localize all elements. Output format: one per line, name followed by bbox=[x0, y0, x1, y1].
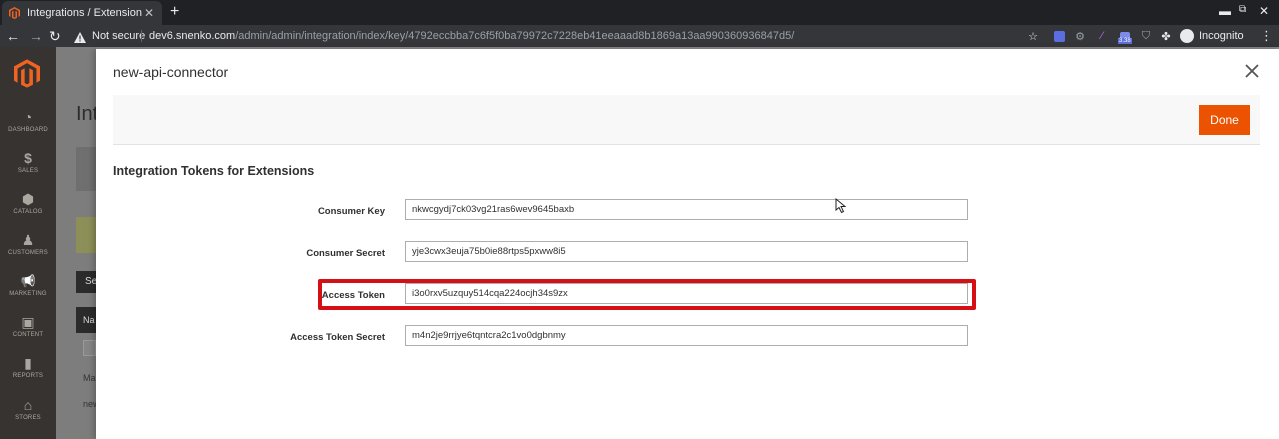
sidebar-item-label: STORES bbox=[15, 415, 41, 421]
sidebar-item-label: CUSTOMERS bbox=[7, 250, 49, 256]
back-icon[interactable]: ← bbox=[6, 28, 20, 44]
browser-toolbar: ← → ↻ Not secure dev6.snenko.com/admin/a… bbox=[0, 25, 1279, 47]
browser-menu-icon[interactable]: ⋮ bbox=[1260, 28, 1273, 44]
section-title: Integration Tokens for Extensions bbox=[113, 164, 315, 178]
sidebar-item-label: CONTENT bbox=[12, 332, 44, 338]
address-separator bbox=[141, 30, 142, 42]
layout-icon: ▣ bbox=[21, 314, 35, 330]
cube-icon: ⬢ bbox=[21, 191, 35, 207]
bookmark-star-icon[interactable]: ☆ bbox=[1026, 29, 1040, 43]
minimize-icon[interactable]: ▬ bbox=[1219, 4, 1231, 18]
mouse-cursor-icon bbox=[835, 197, 849, 219]
new-tab-button[interactable]: + bbox=[170, 4, 179, 20]
person-icon: ♟ bbox=[21, 232, 35, 248]
extension-shield-icon[interactable]: ⛉ bbox=[1139, 29, 1153, 43]
extension-pen-icon[interactable]: ⁄ bbox=[1095, 29, 1109, 43]
sidebar-item-label: REPORTS bbox=[12, 373, 44, 379]
access-token-secret-label: Access Token Secret bbox=[290, 332, 385, 343]
browser-tab[interactable]: Integrations / Extensions ✕ bbox=[2, 1, 162, 25]
sidebar-item-label: MARKETING bbox=[9, 291, 47, 297]
extension-badge-count: 3.38 bbox=[1118, 38, 1132, 44]
sidebar-item-sales[interactable]: $ SALES bbox=[0, 150, 56, 174]
page-actions-bar: Done bbox=[113, 95, 1260, 145]
window-close-icon[interactable]: ✕ bbox=[1259, 4, 1269, 18]
dollar-icon: $ bbox=[24, 150, 32, 166]
sidebar-item-catalog[interactable]: ⬢ CATALOG bbox=[0, 191, 56, 215]
url-path: /admin/admin/integration/index/key/4792e… bbox=[235, 30, 795, 42]
url-host: dev6.snenko.com bbox=[149, 30, 236, 42]
tab-close-icon[interactable]: ✕ bbox=[142, 6, 156, 20]
background-row: new bbox=[83, 399, 100, 409]
incognito-label: Incognito bbox=[1199, 30, 1244, 42]
access-token-label: Access Token bbox=[321, 290, 385, 301]
admin-sidebar: ◔ DASHBOARD $ SALES ⬢ CATALOG ♟ CUSTOMER… bbox=[0, 47, 56, 439]
bar-chart-icon: ▮ bbox=[24, 355, 32, 371]
dashboard-icon: ◔ bbox=[23, 109, 33, 125]
extension-gear-icon[interactable]: ⚙ bbox=[1073, 29, 1087, 43]
restore-icon[interactable]: ⧉ bbox=[1239, 4, 1246, 15]
done-button[interactable]: Done bbox=[1199, 105, 1250, 135]
sidebar-item-label: DASHBOARD bbox=[8, 127, 48, 133]
background-filter-input bbox=[83, 340, 96, 356]
store-icon: ⌂ bbox=[23, 397, 33, 413]
background-button: Se bbox=[76, 271, 97, 293]
sidebar-item-content[interactable]: ▣ CONTENT bbox=[0, 314, 56, 338]
background-panel bbox=[76, 147, 96, 191]
not-secure-label[interactable]: Not secure bbox=[92, 30, 145, 42]
sidebar-item-reports[interactable]: ▮ REPORTS bbox=[0, 355, 56, 379]
incognito-indicator[interactable]: Incognito bbox=[1180, 29, 1244, 43]
background-content: Int Se Na Ma new bbox=[56, 47, 100, 439]
url-field[interactable]: dev6.snenko.com/admin/admin/integration/… bbox=[149, 30, 794, 42]
extension-badge-icon[interactable]: 3.38 bbox=[1117, 29, 1133, 44]
close-icon[interactable] bbox=[1242, 61, 1262, 81]
consumer-key-label: Consumer Key bbox=[317, 206, 385, 217]
forward-icon[interactable]: → bbox=[29, 28, 43, 44]
background-message bbox=[76, 217, 96, 253]
background-page-title: Int bbox=[76, 103, 99, 125]
magento-logo-icon[interactable] bbox=[14, 59, 40, 93]
reload-icon[interactable]: ↻ bbox=[49, 28, 61, 44]
consumer-secret-label: Consumer Secret bbox=[306, 248, 385, 259]
sidebar-item-label: CATALOG bbox=[13, 209, 43, 215]
megaphone-icon: 📢 bbox=[20, 274, 36, 288]
magento-favicon-icon bbox=[8, 7, 20, 19]
extensions-puzzle-icon[interactable]: ✤ bbox=[1159, 29, 1173, 43]
sidebar-item-label: SALES bbox=[17, 168, 39, 174]
access-token-field[interactable] bbox=[405, 283, 968, 304]
consumer-secret-field[interactable] bbox=[405, 241, 968, 262]
extension-translate-icon[interactable] bbox=[1052, 29, 1066, 43]
sidebar-item-customers[interactable]: ♟ CUSTOMERS bbox=[0, 232, 56, 256]
consumer-key-field[interactable] bbox=[405, 199, 968, 220]
integration-modal: new-api-connector Done Integration Token… bbox=[96, 49, 1279, 439]
browser-tab-strip: Integrations / Extensions ✕ + ▬ ⧉ ✕ bbox=[0, 0, 1279, 25]
modal-title: new-api-connector bbox=[113, 64, 229, 80]
sidebar-item-dashboard[interactable]: ◔ DASHBOARD bbox=[0, 109, 56, 133]
warning-icon[interactable] bbox=[74, 30, 86, 48]
background-row: Ma bbox=[83, 373, 96, 383]
access-token-secret-field[interactable] bbox=[405, 325, 968, 346]
incognito-icon bbox=[1180, 29, 1194, 43]
sidebar-item-stores[interactable]: ⌂ STORES bbox=[0, 397, 56, 421]
tab-title: Integrations / Extensions bbox=[27, 7, 142, 19]
sidebar-item-marketing[interactable]: 📢 MARKETING bbox=[0, 273, 56, 297]
background-table-header: Na bbox=[76, 307, 96, 333]
